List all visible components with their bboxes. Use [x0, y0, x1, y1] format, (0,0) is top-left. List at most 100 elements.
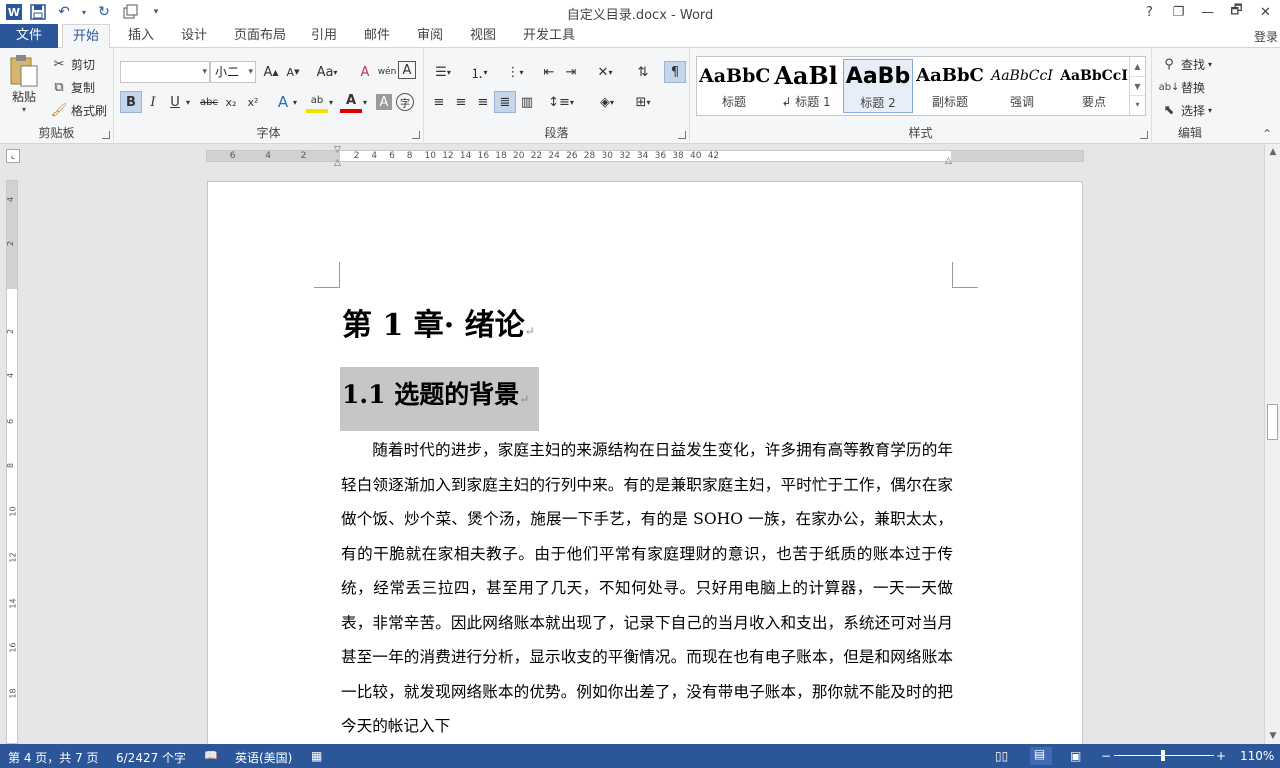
tab-selector-icon[interactable]: ⌞ — [6, 149, 20, 163]
superscript-button[interactable]: x² — [242, 91, 264, 113]
help-button[interactable]: ? — [1135, 0, 1164, 24]
change-case-button[interactable]: Aa ▾ — [312, 61, 342, 83]
paste-button[interactable]: 粘贴 ▾ — [8, 54, 40, 114]
style-subtitle[interactable]: AaBbC 副标题 — [915, 59, 985, 113]
character-shading-button[interactable]: A — [376, 94, 392, 110]
word-count[interactable]: 6/2427 个字 — [116, 749, 186, 766]
tab-view[interactable]: 视图 — [460, 24, 506, 48]
body-paragraph[interactable]: 随着时代的进步，家庭主妇的来源结构在日益发生变化，许多拥有高等教育学历的年轻白领… — [341, 433, 953, 744]
scroll-up-icon[interactable]: ▲ — [1265, 144, 1280, 160]
tab-file[interactable]: 文件 — [0, 24, 58, 48]
proofing-icon[interactable]: 📖 — [204, 749, 218, 762]
line-spacing-button[interactable]: ↕≡ ▾ — [546, 91, 576, 113]
gallery-more-icon[interactable]: ▾ — [1130, 95, 1145, 113]
increase-indent-button[interactable]: ⇥ — [560, 61, 582, 83]
chevron-up-icon[interactable]: ▲ — [1130, 57, 1145, 76]
ribbon-display-options-button[interactable]: ❐ — [1164, 0, 1193, 24]
decrease-indent-button[interactable]: ⇤ — [538, 61, 560, 83]
shading-button[interactable]: ◈ ▾ — [592, 91, 622, 113]
copy-button[interactable]: ⧉ 复制 — [50, 78, 95, 96]
maximize-button[interactable]: 🗗 — [1222, 0, 1251, 24]
phonetic-guide-button[interactable]: wén — [376, 61, 398, 83]
font-name-combo[interactable]: ▾ — [120, 61, 210, 83]
minimize-button[interactable]: — — [1193, 0, 1222, 24]
grow-font-button[interactable]: A ▲ — [260, 61, 282, 83]
style-heading-2[interactable]: AaBb 标题 2 — [843, 59, 913, 113]
subscript-button[interactable]: x₂ — [220, 91, 242, 113]
chinese-layout-button[interactable]: ✕ ▾ — [590, 61, 620, 83]
tab-developer[interactable]: 开发工具 — [513, 24, 585, 48]
align-right-button[interactable]: ≡ — [472, 91, 494, 113]
heading-2-selected[interactable]: 1.1 选题的背景↵ — [340, 367, 540, 431]
style-title[interactable]: AaBbC 标题 — [699, 59, 769, 113]
document-page[interactable]: 第 1 章· 绪论↵ 1.1 选题的背景↵ 随着时代的进步，家庭主妇的来源结构在… — [207, 181, 1083, 744]
cut-button[interactable]: ✂ 剪切 — [50, 55, 95, 73]
bold-button[interactable]: B — [120, 91, 142, 113]
shrink-font-button[interactable]: A ▼ — [282, 61, 304, 83]
tab-mailings[interactable]: 邮件 — [354, 24, 400, 48]
collapse-ribbon-icon[interactable]: ⌃ — [1262, 127, 1272, 141]
web-layout-icon[interactable]: ▣ — [1070, 749, 1081, 763]
zoom-level[interactable]: 110% — [1240, 749, 1274, 763]
distributed-button[interactable]: ▥ — [516, 91, 538, 113]
multilevel-list-button[interactable]: ⋮ ▾ — [500, 61, 530, 83]
style-strong[interactable]: AaBbCcI 要点 — [1059, 59, 1129, 113]
zoom-out-button[interactable]: − — [1101, 749, 1111, 763]
numbering-button[interactable]: ⒈ ▾ — [464, 61, 494, 83]
tab-design[interactable]: 设计 — [171, 24, 217, 48]
hanging-indent-marker-icon[interactable]: △ — [334, 158, 341, 168]
format-painter-button[interactable]: 🖌 格式刷 — [50, 101, 107, 119]
clipboard-launcher-icon[interactable] — [102, 131, 110, 139]
highlight-dropdown-icon[interactable]: ▾ — [326, 91, 336, 113]
paragraph-launcher-icon[interactable] — [678, 131, 686, 139]
first-line-indent-marker-icon[interactable]: ▽ — [334, 145, 341, 155]
enclose-characters-button[interactable]: 字 — [396, 93, 414, 111]
bullets-button[interactable]: ☰ ▾ — [428, 61, 458, 83]
align-center-button[interactable]: ≡ — [450, 91, 472, 113]
paste-dropdown-icon[interactable]: ▾ — [22, 105, 26, 114]
show-formatting-marks-button[interactable]: ¶ — [664, 61, 686, 83]
print-layout-icon[interactable]: ▤ — [1030, 747, 1052, 765]
select-button[interactable]: ⬉ 选择 ▾ — [1160, 101, 1212, 119]
tab-references[interactable]: 引用 — [301, 24, 347, 48]
vertical-ruler[interactable]: 4 2 2 4 6 8 10 12 14 16 18 — [6, 180, 18, 744]
replace-button[interactable]: ab↓ 替换 — [1159, 78, 1205, 96]
italic-button[interactable]: I — [142, 91, 164, 113]
font-color-button[interactable]: A — [340, 91, 362, 113]
page-count[interactable]: 第 4 页，共 7 页 — [8, 749, 99, 766]
highlight-button[interactable]: ab — [306, 91, 328, 113]
tab-review[interactable]: 审阅 — [407, 24, 453, 48]
scroll-down-icon[interactable]: ▼ — [1265, 728, 1280, 744]
sort-button[interactable]: ⇅ — [632, 61, 654, 83]
character-border-button[interactable]: A — [398, 61, 416, 79]
read-mode-icon[interactable]: ▯▯ — [995, 749, 1008, 763]
vertical-scrollbar[interactable]: ▲ ▼ — [1264, 144, 1280, 744]
close-button[interactable]: ✕ — [1251, 0, 1280, 24]
align-left-button[interactable]: ≡ — [428, 91, 450, 113]
zoom-slider-thumb[interactable] — [1161, 750, 1165, 761]
find-button[interactable]: ⚲ 查找 ▾ — [1160, 55, 1212, 73]
macro-recording-icon[interactable]: ▦ — [311, 749, 322, 763]
login-link[interactable]: 登录 — [1254, 28, 1278, 45]
font-color-dropdown-icon[interactable]: ▾ — [360, 91, 370, 113]
justify-button[interactable]: ≣ — [494, 91, 516, 113]
chevron-down-icon[interactable]: ▼ — [1130, 76, 1145, 95]
borders-button[interactable]: ⊞ ▾ — [628, 91, 658, 113]
tab-home[interactable]: 开始 — [62, 24, 111, 49]
strikethrough-button[interactable]: abc — [198, 91, 220, 113]
font-size-combo[interactable]: 小二 ▾ — [210, 61, 256, 83]
scroll-thumb[interactable] — [1267, 404, 1278, 440]
style-heading-1[interactable]: AaBl ↲ 标题 1 — [771, 59, 841, 113]
font-launcher-icon[interactable] — [412, 131, 420, 139]
right-indent-marker-icon[interactable]: △ — [945, 156, 952, 166]
tab-insert[interactable]: 插入 — [118, 24, 164, 48]
tab-page-layout[interactable]: 页面布局 — [224, 24, 296, 48]
clear-formatting-button[interactable]: A — [354, 61, 376, 83]
underline-dropdown-icon[interactable]: ▾ — [182, 91, 194, 113]
heading-1[interactable]: 第 1 章· 绪论↵ — [342, 300, 535, 344]
language-indicator[interactable]: 英语(美国) — [235, 749, 292, 766]
styles-launcher-icon[interactable] — [1140, 131, 1148, 139]
styles-gallery-scroll[interactable]: ▲ ▼ ▾ — [1129, 57, 1145, 115]
style-emphasis[interactable]: AaBbCcI 强调 — [987, 59, 1057, 113]
zoom-in-button[interactable]: + — [1216, 749, 1226, 763]
